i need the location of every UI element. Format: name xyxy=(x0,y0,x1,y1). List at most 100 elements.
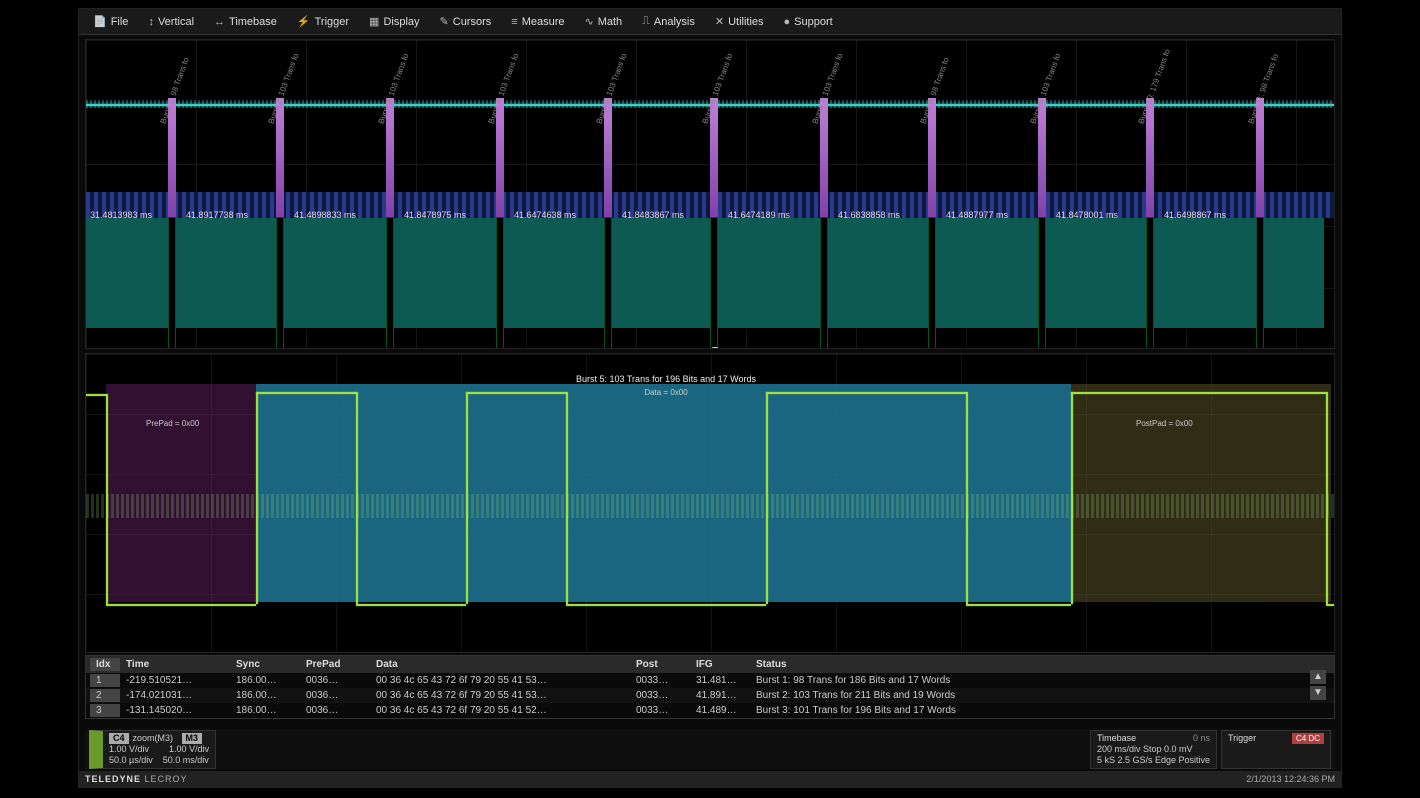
waveform-segment xyxy=(966,604,1071,606)
time-label: 41.6498867 ms xyxy=(1164,210,1226,220)
menu-label: Trigger xyxy=(315,16,349,28)
timestamp-label: 2/1/2013 12:24:36 PM xyxy=(1246,774,1335,784)
burst-marker[interactable]: Burst 5: 103 Trans fo xyxy=(607,98,609,328)
col-status[interactable]: Status xyxy=(750,658,1330,671)
col-prepad[interactable]: PrePad xyxy=(300,658,370,671)
waveform-segment xyxy=(106,604,256,606)
table-header-row: Idx Time Sync PrePad Data Post IFG Statu… xyxy=(86,656,1334,673)
scroll-up-icon[interactable]: ▲ xyxy=(1310,670,1326,684)
cursors-icon: ✎ xyxy=(440,15,449,28)
fill-band xyxy=(86,218,1324,328)
menu-trigger[interactable]: ⚡ Trigger xyxy=(289,12,357,31)
prepad-region xyxy=(106,384,256,602)
burst-marker[interactable]: Burst 7: 103 Trans fo xyxy=(823,98,825,328)
waveform-segment xyxy=(256,392,356,394)
timebase-panel[interactable]: Timebase0 ns 200 ms/div Stop 0.0 mV 5 kS… xyxy=(1090,730,1217,769)
menu-analysis[interactable]: ⎍ Analysis xyxy=(634,12,703,31)
burst-marker[interactable]: Burst 8: 98 Trans fo xyxy=(931,98,933,328)
col-ifg[interactable]: IFG xyxy=(690,658,750,671)
channel-tag: M3 xyxy=(182,733,203,744)
cell-data: 00 36 4c 65 43 72 6f 79 20 55 41 53… xyxy=(370,689,630,702)
burst-marker[interactable]: Burst 10: 179 Trans fo xyxy=(1149,98,1151,328)
channel-c4-box[interactable]: C4zoom(M3) M3 1.00 V/div 1.00 V/div 50.0… xyxy=(89,730,216,769)
channel-name: zoom(M3) xyxy=(133,733,174,743)
menu-label: Cursors xyxy=(453,16,492,28)
table-row[interactable]: 1 -219.510521… 186.00… 0036… 00 36 4c 65… xyxy=(86,673,1334,688)
table-row[interactable]: 2 -174.021031… 186.00… 0036… 00 36 4c 65… xyxy=(86,688,1334,703)
time-label: 41.6474189 ms xyxy=(728,210,790,220)
scroll-down-icon[interactable]: ▼ xyxy=(1310,686,1326,700)
col-idx[interactable]: Idx xyxy=(90,658,120,671)
time-label: 41.8483867 ms xyxy=(622,210,684,220)
menu-file[interactable]: 📄 File xyxy=(85,12,136,31)
zoom-title: Burst 5: 103 Trans for 196 Bits and 17 W… xyxy=(506,374,826,384)
menu-label: Analysis xyxy=(654,16,695,28)
cell-status: Burst 3: 101 Trans for 196 Bits and 17 W… xyxy=(750,704,1330,717)
cell-prepad: 0036… xyxy=(300,689,370,702)
timebase-icon: ↔ xyxy=(214,16,225,28)
waveform-zoom-panel[interactable]: Burst 5: 103 Trans for 196 Bits and 17 W… xyxy=(85,353,1335,653)
menu-timebase[interactable]: ↔Timebase xyxy=(206,13,285,31)
display-icon: ▦ xyxy=(369,15,379,28)
trigger-line2 xyxy=(1228,755,1324,766)
waveform-edge xyxy=(106,394,108,604)
waveform-overview-panel[interactable]: Burst 1: 98 Trans fo Burst 2: 103 Trans … xyxy=(85,39,1335,349)
menu-utilities[interactable]: ✕Utilities xyxy=(707,12,772,31)
burst-marker[interactable]: Burst 4: 103 Trans fo xyxy=(499,98,501,328)
menu-label: Math xyxy=(598,16,622,28)
waveform-edge xyxy=(256,392,258,604)
menu-label: Vertical xyxy=(158,16,194,28)
timebase-offset: 0 ns xyxy=(1193,733,1210,744)
col-data[interactable]: Data xyxy=(370,658,630,671)
burst-marker[interactable]: Burst 9: 103 Trans fo xyxy=(1041,98,1043,328)
waveform-segment xyxy=(766,392,966,394)
menu-label: Display xyxy=(383,16,419,28)
file-icon: 📄 xyxy=(93,15,107,28)
cell-prepad: 0036… xyxy=(300,674,370,687)
waveform-edge xyxy=(466,392,468,604)
burst-marker[interactable]: Burst 2: 103 Trans fo xyxy=(279,98,281,328)
table-row[interactable]: 3 -131.145020… 186.00… 0036… 00 36 4c 65… xyxy=(86,703,1334,718)
cell-sync: 186.00… xyxy=(230,674,300,687)
burst-marker[interactable]: Burst 3: 103 Trans fo xyxy=(389,98,391,328)
cell-ifg: 31.481… xyxy=(690,674,750,687)
time-label: 41.4898833 ms xyxy=(294,210,356,220)
analysis-icon: ⎍ xyxy=(642,15,650,28)
panel-title: Timebase xyxy=(1097,733,1136,744)
menu-bar: 📄 File ↕Vertical ↔Timebase ⚡ Trigger ▦ Disp… xyxy=(79,9,1341,35)
oscilloscope-app: 📄File ↕Vertical ↔Timebase ⚡Trigger ▦Disp… xyxy=(78,8,1342,788)
col-post[interactable]: Post xyxy=(630,658,690,671)
menu-display[interactable]: ▦ Display xyxy=(361,12,427,31)
burst-marker[interactable]: Burst 1: 98 Trans fo xyxy=(171,98,173,328)
menu-support[interactable]: ●Support xyxy=(776,13,841,31)
cell-post: 0033… xyxy=(630,704,690,717)
menu-label: File xyxy=(111,16,129,28)
trigger-icon: ⚡ xyxy=(297,15,311,28)
right-info-panels: Timebase0 ns 200 ms/div Stop 0.0 mV 5 kS… xyxy=(1090,730,1331,769)
decode-table: Idx Time Sync PrePad Data Post IFG Statu… xyxy=(85,655,1335,719)
waveform-segment xyxy=(86,394,106,396)
menu-cursors[interactable]: ✎ Cursors xyxy=(432,12,500,31)
time-label: 41.8478975 ms xyxy=(404,210,466,220)
trigger-line1 xyxy=(1228,744,1324,755)
trigger-flag: C4 DC xyxy=(1292,733,1324,744)
menu-measure[interactable]: ≡Measure xyxy=(503,13,572,31)
waveform-edge xyxy=(356,392,358,604)
waveform-edge xyxy=(966,392,968,604)
support-icon: ● xyxy=(784,16,791,28)
burst-marker[interactable]: Burst 6: 103 Trans fo xyxy=(713,98,715,328)
col-sync[interactable]: Sync xyxy=(230,658,300,671)
cell-post: 0033… xyxy=(630,674,690,687)
menu-math[interactable]: ∿Math xyxy=(576,12,630,31)
menu-vertical[interactable]: ↕Vertical xyxy=(140,13,202,31)
brand-label: TELEDYNE LECROY xyxy=(85,774,188,784)
waveform-segment xyxy=(566,604,766,606)
waveform-segment xyxy=(466,392,566,394)
trigger-panel[interactable]: TriggerC4 DC xyxy=(1221,730,1331,769)
cell-time: -174.021031… xyxy=(120,689,230,702)
cell-data: 00 36 4c 65 43 72 6f 79 20 55 41 52… xyxy=(370,704,630,717)
burst-marker[interactable]: Burst 11: 98 Trans fo xyxy=(1259,98,1261,328)
waveform-edge xyxy=(766,392,768,604)
prepad-label: PrePad = 0x00 xyxy=(146,419,199,428)
col-time[interactable]: Time xyxy=(120,658,230,671)
